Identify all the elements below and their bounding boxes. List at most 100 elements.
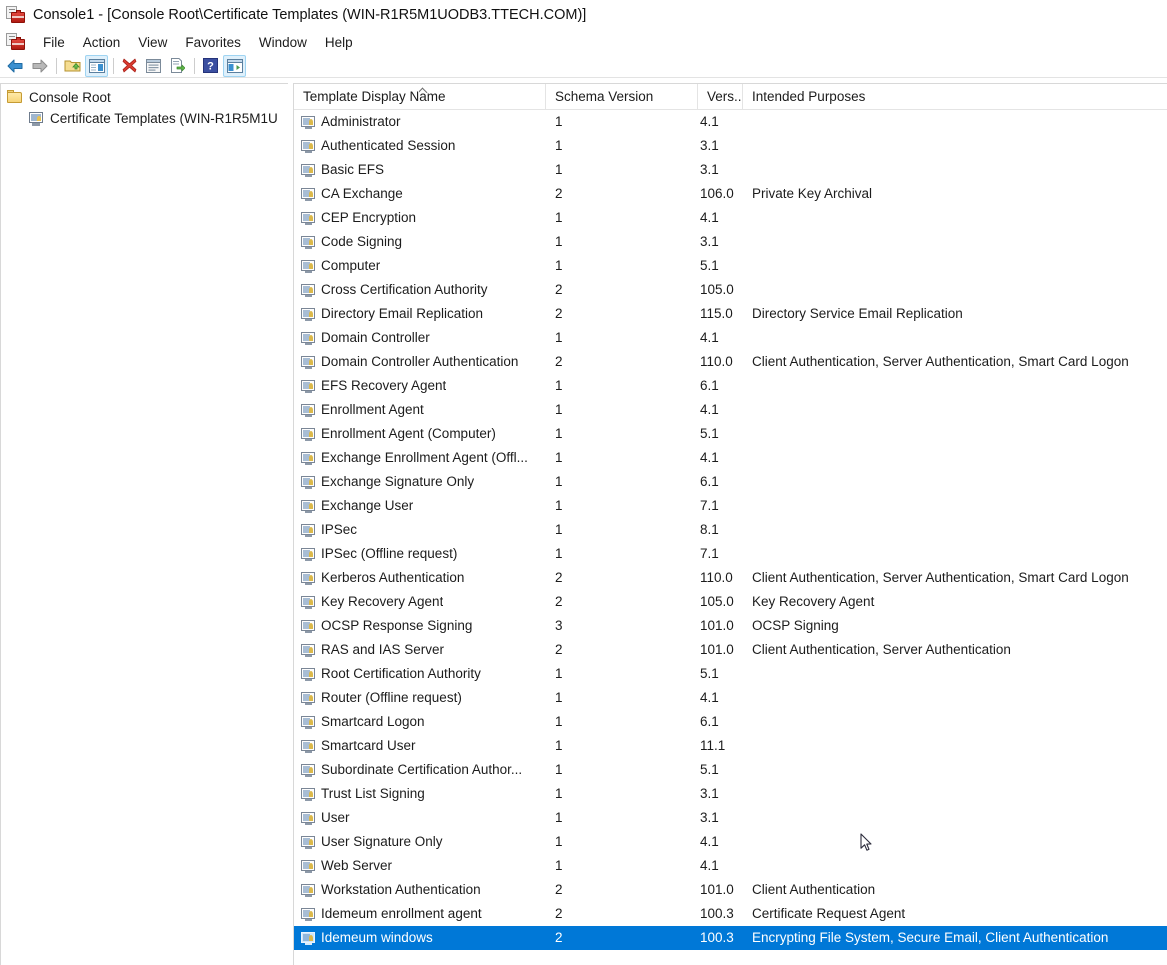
column-header-template-display-name[interactable]: Template Display Name [294,84,546,110]
cell-template-display-name: Exchange Signature Only [294,470,546,494]
cell-schema-version: 1 [555,162,563,177]
delete-icon[interactable] [118,55,141,77]
cell-label: Enrollment Agent [321,402,424,417]
table-row[interactable]: Administrator 1 4.1 [294,110,1167,134]
table-row[interactable]: Exchange Enrollment Agent (Offl... 1 4.1 [294,446,1167,470]
cell-version: 4.1 [700,858,719,873]
table-row[interactable]: Authenticated Session 1 3.1 [294,134,1167,158]
table-row[interactable]: Smartcard Logon 1 6.1 [294,710,1167,734]
table-row[interactable]: Directory Email Replication 2 115.0 Directo… [294,302,1167,326]
cell-label: Workstation Authentication [321,882,481,897]
cell-label: User [321,810,350,825]
properties-icon[interactable] [142,55,165,77]
cell-schema-version: 1 [555,858,563,873]
cell-template-display-name: Trust List Signing [294,782,546,806]
menu-item-file[interactable]: File [34,33,74,52]
show-action-pane-icon[interactable] [223,54,246,77]
cell-schema-version: 1 [555,450,563,465]
table-row[interactable]: CA Exchange 2 106.0 Private Key Archival [294,182,1167,206]
certificate-template-icon [301,835,316,849]
cell-label: Authenticated Session [321,138,456,153]
column-header-intended-purposes[interactable]: Intended Purposes [743,84,1167,110]
list-header-row: Template Display Name Schema Version Ver… [294,84,1167,110]
help-icon[interactable]: ? [199,55,222,77]
table-row[interactable]: Kerberos Authentication 2 110.0 Client Auth… [294,566,1167,590]
table-row[interactable]: Web Server 1 4.1 [294,854,1167,878]
table-row[interactable]: Exchange Signature Only 1 6.1 [294,470,1167,494]
certificate-template-icon [301,547,316,561]
table-row[interactable]: CEP Encryption 1 4.1 [294,206,1167,230]
cell-label: RAS and IAS Server [321,642,445,657]
table-row[interactable]: Computer 1 5.1 [294,254,1167,278]
table-row[interactable]: Subordinate Certification Author... 1 5.1 [294,758,1167,782]
table-row[interactable]: User Signature Only 1 4.1 [294,830,1167,854]
cell-label: Administrator [321,114,401,129]
cell-template-display-name: IPSec [294,518,546,542]
cell-schema-version: 1 [555,762,563,777]
table-row[interactable]: User 1 3.1 [294,806,1167,830]
cell-label: Subordinate Certification Author... [321,762,523,777]
table-row[interactable]: Basic EFS 1 3.1 [294,158,1167,182]
tree-item-console-root[interactable]: Console Root [1,87,288,108]
cell-label: Domain Controller [321,330,430,345]
svg-text:?: ? [207,61,214,73]
cell-template-display-name: Exchange Enrollment Agent (Offl... [294,446,546,470]
cell-version: 110.0 [700,570,733,585]
table-row[interactable]: IPSec 1 8.1 [294,518,1167,542]
table-row[interactable]: Exchange User 1 7.1 [294,494,1167,518]
table-row[interactable]: Workstation Authentication 2 101.0 Client A… [294,878,1167,902]
table-row[interactable]: Enrollment Agent (Computer) 1 5.1 [294,422,1167,446]
menu-item-help[interactable]: Help [316,33,362,52]
cell-label: Trust List Signing [321,786,425,801]
cell-schema-version: 1 [555,738,563,753]
cell-schema-version: 3 [555,618,563,633]
cell-label: OCSP Response Signing [321,618,473,633]
menu-item-favorites[interactable]: Favorites [176,33,250,52]
cell-schema-version: 2 [555,906,563,921]
cell-template-display-name: Enrollment Agent (Computer) [294,422,546,446]
list-body: Administrator 1 4.1 Authenticated Session 1 3… [294,110,1167,950]
cell-template-display-name: EFS Recovery Agent [294,374,546,398]
table-row[interactable]: Idemeum windows 2 100.3 Encrypting File Sys… [294,926,1167,950]
cell-version: 8.1 [700,522,719,537]
tree-item-certificate-templates[interactable]: Certificate Templates (WIN-R1R5M1U [1,108,288,129]
cell-template-display-name: Basic EFS [294,158,546,182]
table-row[interactable]: Cross Certification Authority 2 105.0 [294,278,1167,302]
table-row[interactable]: Router (Offline request) 1 4.1 [294,686,1167,710]
tree-item-label: Certificate Templates (WIN-R1R5M1U [50,111,278,126]
table-row[interactable]: Smartcard User 1 11.1 [294,734,1167,758]
export-list-icon[interactable] [166,55,189,77]
cell-intended-purposes [743,158,1167,182]
cell-label: Key Recovery Agent [321,594,444,609]
table-row[interactable]: Domain Controller 1 4.1 [294,326,1167,350]
certificate-template-icon [301,307,316,321]
table-row[interactable]: Key Recovery Agent 2 105.0 Key Recovery Age… [294,590,1167,614]
window-title-bar: Console1 - [Console Root\Certificate Tem… [0,0,1167,30]
show-console-tree-icon[interactable] [85,54,108,77]
cell-schema-version: 2 [555,594,563,609]
table-row[interactable]: Root Certification Authority 1 5.1 [294,662,1167,686]
certificate-template-icon [301,139,316,153]
back-icon[interactable] [4,55,27,77]
table-row[interactable]: Enrollment Agent 1 4.1 [294,398,1167,422]
cell-intended-purposes [743,110,1167,134]
table-row[interactable]: Code Signing 1 3.1 [294,230,1167,254]
page-title: Console1 - [Console Root\Certificate Tem… [33,7,587,23]
forward-icon[interactable] [28,55,51,77]
table-row[interactable]: Trust List Signing 1 3.1 [294,782,1167,806]
menu-item-view[interactable]: View [129,33,176,52]
menu-item-window[interactable]: Window [250,33,316,52]
table-row[interactable]: EFS Recovery Agent 1 6.1 [294,374,1167,398]
table-row[interactable]: Idemeum enrollment agent 2 100.3 Certificat… [294,902,1167,926]
cell-schema-version: 1 [555,474,563,489]
column-header-version[interactable]: Vers... [698,84,743,110]
table-row[interactable]: RAS and IAS Server 2 101.0 Client Authentic… [294,638,1167,662]
menu-item-action[interactable]: Action [74,33,130,52]
certificate-template-icon [301,235,316,249]
column-header-schema-version[interactable]: Schema Version [546,84,698,110]
certificate-template-icon [301,571,316,585]
table-row[interactable]: IPSec (Offline request) 1 7.1 [294,542,1167,566]
up-one-level-icon[interactable] [61,55,84,77]
table-row[interactable]: Domain Controller Authentication 2 110.0 Cl… [294,350,1167,374]
table-row[interactable]: OCSP Response Signing 3 101.0 OCSP Signing [294,614,1167,638]
